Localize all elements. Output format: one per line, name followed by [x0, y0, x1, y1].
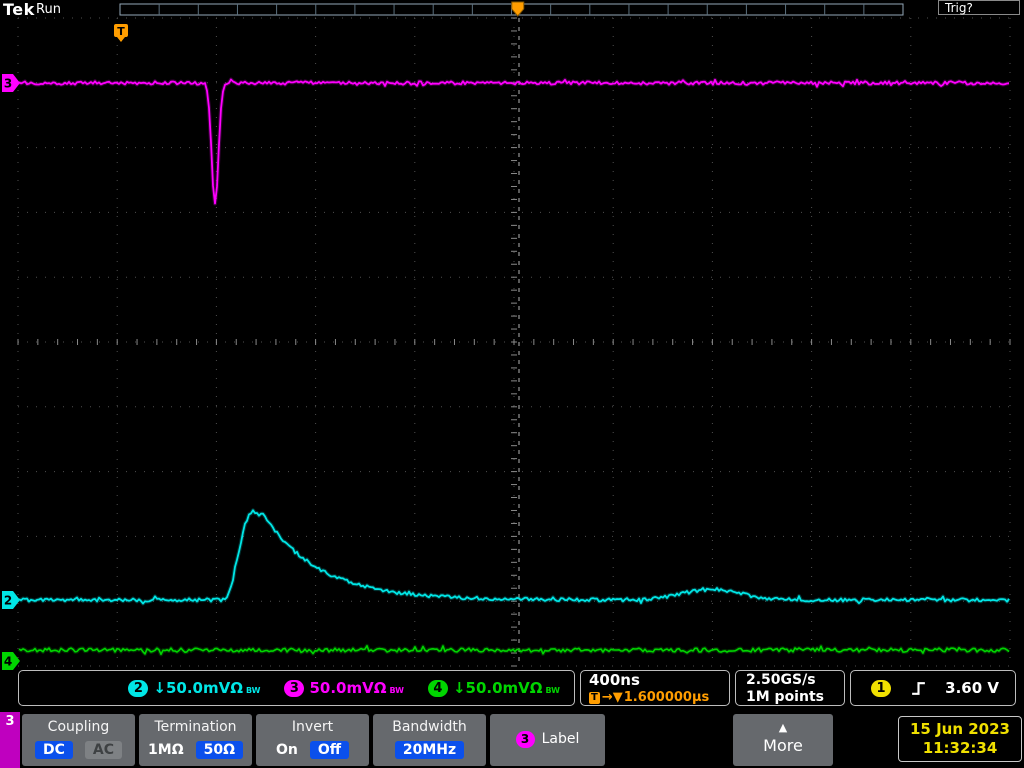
- menu-button-coupling[interactable]: Coupling DC AC: [22, 714, 135, 766]
- channel-3-menu-tab[interactable]: 3: [0, 712, 20, 768]
- more-up-arrow-icon: ▲: [778, 721, 788, 734]
- bandwidth-limit-icon: BW: [245, 686, 261, 695]
- rising-edge-icon: [911, 681, 925, 695]
- option-off[interactable]: Off: [309, 741, 350, 759]
- svg-text:3: 3: [4, 77, 12, 91]
- acquisition-run-status: Run: [36, 2, 61, 17]
- trace-ch2: [18, 509, 1010, 605]
- menu-button-title: Invert: [291, 719, 334, 735]
- menu-button-termination[interactable]: Termination 1MΩ 50Ω: [139, 714, 252, 766]
- trace-ch3: [18, 78, 1010, 205]
- horizontal-scale: 400ns: [589, 671, 640, 689]
- channel-2-scale: ↓50.0mVΩ: [153, 679, 243, 697]
- menu-button-invert[interactable]: Invert On Off: [256, 714, 369, 766]
- trigger-source-badge: 1: [871, 679, 891, 697]
- bandwidth-limit-icon: BW: [545, 686, 560, 695]
- horizontal-position-value: 1.600000µs: [623, 690, 710, 705]
- channel-3-badge: 3: [284, 679, 305, 697]
- trigger-level: 3.60 V: [945, 679, 999, 697]
- tek-logo: Tek: [3, 0, 35, 19]
- horizontal-position-prefix: →▼: [601, 690, 623, 705]
- option-on[interactable]: On: [276, 741, 298, 759]
- horizontal-position: T →▼ 1.600000µs: [589, 690, 721, 705]
- date-text: 15 Jun 2023: [909, 720, 1010, 738]
- oscilloscope-screen: Tek Run Trig? T324 2 ↓50.0mVΩ BW 3 50.0mVΩ BW…: [0, 0, 1024, 768]
- option-20mhz[interactable]: 20MHz: [394, 741, 465, 759]
- menu-button-label: More: [763, 736, 803, 755]
- channel-readout-2[interactable]: 2 ↓50.0mVΩ BW: [128, 679, 260, 697]
- acquisition-readout: 2.50GS/s 1M points: [735, 670, 845, 706]
- channel-readouts: 2 ↓50.0mVΩ BW 3 50.0mVΩ BW 4 ↓50.0mVΩ BW: [18, 670, 575, 706]
- option-dc[interactable]: DC: [34, 741, 73, 759]
- svg-text:2: 2: [4, 594, 12, 608]
- menu-button-label: Label: [541, 731, 580, 747]
- channel-3-tab-label: 3: [5, 714, 15, 729]
- menu-bar: 3 15 Jun 2023 11:32:34 Coupling DC AC Termi…: [0, 712, 1024, 768]
- trigger-flag: [114, 24, 128, 37]
- sample-rate: 2.50GS/s: [746, 671, 816, 688]
- channel-readout-3[interactable]: 3 50.0mVΩ BW: [284, 679, 404, 697]
- option-1m[interactable]: 1MΩ: [148, 741, 184, 759]
- trigger-readout[interactable]: 1 3.60 V: [850, 670, 1016, 706]
- channel-2-badge: 2: [128, 679, 149, 697]
- menu-button-more[interactable]: ▲ More: [733, 714, 833, 766]
- readout-bar: 2 ↓50.0mVΩ BW 3 50.0mVΩ BW 4 ↓50.0mVΩ BW 400ns T…: [0, 668, 1024, 710]
- datetime-box: 15 Jun 2023 11:32:34: [898, 716, 1022, 762]
- svg-text:T: T: [117, 25, 125, 38]
- menu-button-bandwidth[interactable]: Bandwidth 20MHz: [373, 714, 486, 766]
- channel-4-scale: ↓50.0mVΩ: [452, 679, 543, 697]
- scope-display: T 3 2 4: [2, 1, 1011, 670]
- trace-ch4: [18, 644, 1010, 656]
- option-ac[interactable]: AC: [84, 741, 122, 759]
- channel-marker-3: [2, 74, 20, 92]
- svg-text:4: 4: [4, 655, 12, 669]
- channel-3-scale: 50.0mVΩ: [309, 679, 387, 697]
- horizontal-readout[interactable]: 400ns T →▼ 1.600000µs: [580, 670, 730, 706]
- time-text: 11:32:34: [922, 739, 998, 757]
- trigger-status-label: Trig?: [945, 1, 973, 15]
- channel-readout-4[interactable]: 4 ↓50.0mVΩ BW: [427, 679, 560, 697]
- channel-4-badge: 4: [427, 679, 448, 697]
- top-bar: Tek Run Trig?: [0, 0, 1024, 19]
- channel-3-badge: 3: [515, 730, 535, 748]
- option-50[interactable]: 50Ω: [195, 741, 243, 759]
- trigger-t-icon: T: [589, 691, 600, 704]
- menu-button-title: Coupling: [47, 719, 110, 735]
- menu-button-label[interactable]: 3 Label: [490, 714, 605, 766]
- bandwidth-limit-icon: BW: [389, 686, 404, 695]
- record-length: 1M points: [746, 688, 824, 705]
- menu-button-title: Termination: [154, 719, 237, 735]
- trigger-status-box: Trig?: [938, 0, 1020, 15]
- channel-marker-2: [2, 591, 20, 609]
- menu-button-title: Bandwidth: [392, 719, 467, 735]
